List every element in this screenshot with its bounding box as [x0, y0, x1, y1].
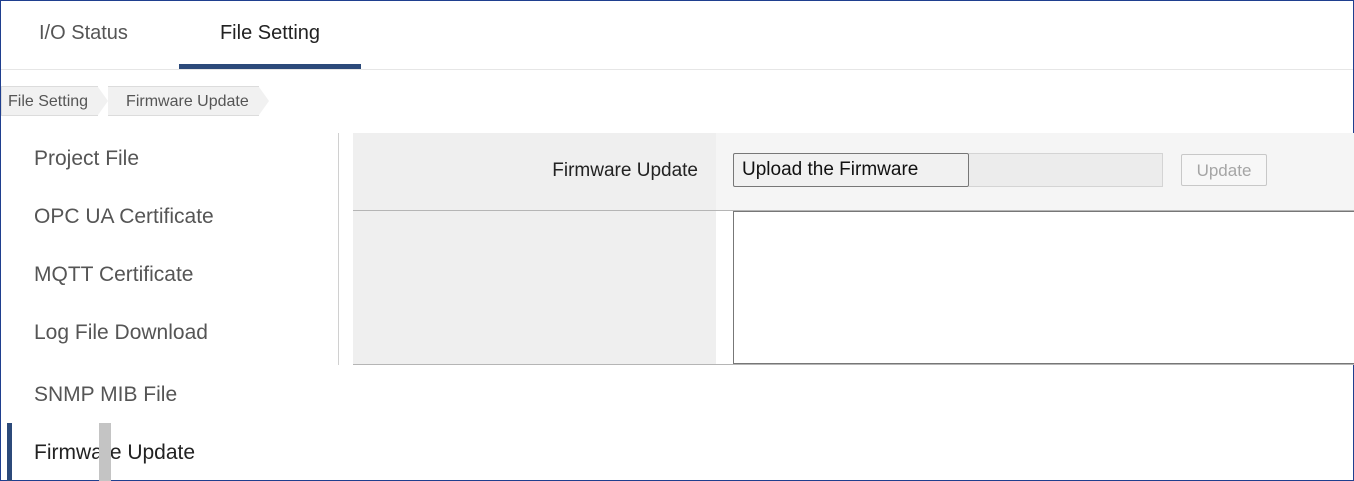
firmware-label-cell: Firmware Update: [353, 133, 716, 210]
menu-item-label: Log File Download: [34, 321, 208, 344]
menu-item-project-file[interactable]: Project File: [1, 133, 337, 191]
menu-item-log-file-download[interactable]: Log File Download: [1, 307, 337, 365]
breadcrumb-firmware-update[interactable]: Firmware Update: [108, 86, 269, 116]
menu-item-label: SNMP MIB File: [34, 383, 178, 406]
menu-item-firmware-update[interactable]: Firmware Update: [1, 423, 337, 481]
breadcrumb-file-setting[interactable]: File Setting: [1, 86, 109, 116]
active-indicator: [7, 423, 12, 481]
menu-item-label: Firmware Update: [34, 441, 196, 464]
menu-item-mqtt-certificate[interactable]: MQTT Certificate: [1, 249, 337, 307]
breadcrumb: File Setting Firmware Update: [1, 86, 269, 116]
firmware-file-name-field: [969, 153, 1163, 187]
side-menu-lower: SNMP MIB File Firmware Update: [1, 365, 338, 481]
top-tab-bar: I/O Status File Setting: [1, 1, 1353, 70]
update-log-textarea[interactable]: [733, 211, 1354, 364]
side-menu: Project File OPC UA Certificate MQTT Cer…: [1, 133, 339, 365]
menu-item-snmp-mib-file[interactable]: SNMP MIB File: [1, 365, 337, 423]
menu-item-label: OPC UA Certificate: [34, 205, 214, 228]
firmware-update-panel: Firmware Update Upload the Firmware Upda…: [353, 133, 1354, 365]
tab-io-status[interactable]: I/O Status: [39, 1, 128, 69]
menu-item-label: Project File: [34, 147, 140, 170]
firmware-update-label: Firmware Update: [552, 160, 698, 181]
upload-firmware-button[interactable]: Upload the Firmware: [733, 153, 969, 187]
log-label-cell: [353, 211, 716, 364]
update-button[interactable]: Update: [1181, 154, 1267, 186]
tab-file-setting[interactable]: File Setting: [179, 1, 361, 69]
scrollbar-thumb[interactable]: [99, 423, 111, 481]
menu-item-opc-ua-certificate[interactable]: OPC UA Certificate: [1, 191, 337, 249]
menu-item-label: MQTT Certificate: [34, 263, 194, 286]
